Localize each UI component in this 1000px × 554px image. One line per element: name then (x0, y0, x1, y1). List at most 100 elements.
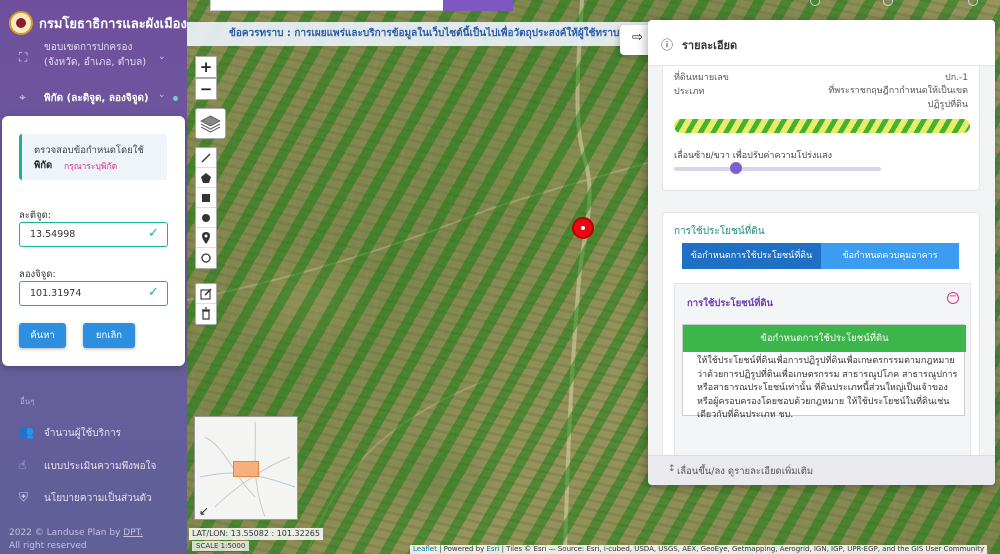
cancel-button[interactable]: ยกเลิก (83, 323, 135, 348)
location-marker[interactable] (572, 217, 594, 239)
draw-circle-marker-tool[interactable] (196, 248, 216, 268)
copyright: 2022 © Landuse Plan by DPT. All right re… (9, 527, 143, 553)
sidebar-item-label: แบบประเมินความพึงพอใจ (44, 461, 157, 472)
layers-icon (200, 115, 221, 133)
users-icon: 👥 (19, 425, 34, 439)
map-pin-icon: ⌖ (19, 90, 26, 104)
boundary-icon: ⛶ (19, 50, 28, 64)
check-icon: ✓ (148, 226, 159, 241)
leaflet-link[interactable]: Leaflet (413, 545, 437, 553)
longitude-input[interactable]: 101.31974 ✓ (19, 281, 168, 306)
sidebar-item-label: พิกัด (ละติจูด, ลองจิจูด) (44, 93, 149, 104)
zoom-out-button[interactable]: − (195, 78, 217, 100)
longitude-label: ลองจิจูด: (19, 269, 56, 280)
longitude-value: 101.31974 (30, 288, 82, 299)
circle-icon (202, 214, 210, 222)
detail-scroll-hint[interactable]: ↕ เลื่อนขึ้น/ลง ดูรายละเอียดเพิ่มเติม (648, 455, 995, 485)
info-icon: ⓘ (661, 38, 674, 52)
draw-circle-tool[interactable] (196, 208, 216, 228)
hint-instruction: กรุณาระบุพิกัด (64, 162, 118, 172)
parcel-type-value: ที่พระราชกฤษฎีกากำหนดให้เป็นเขตปฏิรูปที่… (828, 86, 968, 110)
sidebar-item-label: จำนวนผู้ใช้บริการ (44, 428, 122, 439)
detail-panel: ⓘ รายละเอียด ที่ดินหมายเลข ปก.-1 ประเภท … (648, 20, 995, 485)
arrow-right-icon: ⇨ (632, 30, 643, 45)
coordinate-search-panel: ตรวจสอบข้อกำหนดโดยใช้ พิกัด กรุณาระบุพิก… (2, 116, 185, 366)
sidebar-item-label: นโยบายความเป็นส่วนตัว (44, 493, 152, 504)
layers-button[interactable] (195, 108, 226, 139)
detail-body[interactable]: ที่ดินหมายเลข ปก.-1 ประเภท ที่พระราชกฤษฎ… (648, 66, 995, 455)
latitude-input[interactable]: 13.54998 ✓ (19, 222, 168, 247)
draw-rectangle-tool[interactable] (196, 188, 216, 208)
collapse-minus-icon[interactable]: − (947, 292, 959, 304)
vertical-arrows-icon: ↕ (668, 464, 676, 474)
map-scale: SCALE 1:5000 (191, 541, 251, 552)
copyright-text: 2022 © Landuse Plan by (9, 528, 121, 538)
dpt-logo-emblem (16, 18, 26, 28)
polyline-icon (201, 153, 211, 163)
dpt-link[interactable]: DPT. (123, 528, 143, 538)
scroll-hint-text: เลื่อนขึ้น/ลง ดูรายละเอียดเพิ่มเติม (677, 466, 814, 477)
landuse-card: การใช้ประโยชน์ที่ดิน ข้อกำหนดการใช้ประโย… (662, 212, 980, 455)
search-button[interactable]: ค้นหา (19, 323, 66, 348)
map-search-button[interactable] (443, 0, 513, 11)
opacity-slider-track[interactable] (674, 167, 881, 171)
help-icon[interactable] (810, 0, 820, 6)
circle-outline-icon (201, 253, 211, 263)
location-marker-center (581, 226, 585, 230)
tab-building-control[interactable]: ข้อกำหนดควบคุมอาคาร (821, 243, 959, 269)
map-pin-icon (202, 232, 210, 244)
copyright-rights: All right reserved (9, 541, 87, 551)
regulation-text: ให้ใช้ประโยชน์ที่ดินเพื่อการปฏิรูปที่ดิน… (697, 356, 958, 420)
minimap-toggle-icon[interactable]: ↙ (199, 504, 209, 518)
draw-toolbar (195, 147, 217, 269)
parcel-info-card: ที่ดินหมายเลข ปก.-1 ประเภท ที่พระราชกฤษฎ… (662, 66, 980, 191)
sidebar-item-privacy[interactable]: ⛨ นโยบายความเป็นส่วนตัว (0, 489, 187, 507)
zoom-in-button[interactable]: + (195, 56, 217, 78)
opacity-label: เลื่อนซ้าย/ขวา เพื่อปรับค่าความโปร่งแสง (674, 151, 833, 161)
trash-icon (202, 307, 210, 320)
draw-polyline-tool[interactable] (196, 148, 216, 168)
edit-toolbar (195, 283, 217, 325)
sidebar-item-satisfaction[interactable]: ☝ แบบประเมินความพึงพอใจ (0, 457, 187, 475)
brand-title: กรมโยธาธิการและผังเมือง (39, 17, 187, 32)
esri-link[interactable]: Esri (486, 545, 499, 553)
sidebar-item-label: ขอบเขตการปกครอง (จังหวัด, อำเภอ, ตำบล) (44, 42, 147, 68)
draw-marker-tool[interactable] (196, 228, 216, 248)
language-icon[interactable] (883, 0, 893, 6)
parcel-type-label: ประเภท (674, 87, 705, 97)
delete-layers-tool[interactable] (196, 304, 216, 324)
zoning-legend-swatch (674, 119, 970, 133)
regulation-heading: ข้อกำหนดการใช้ประโยชน์ที่ดิน (683, 325, 966, 352)
opacity-slider-handle[interactable] (730, 162, 743, 174)
user-icon[interactable] (968, 0, 978, 6)
square-icon (202, 194, 210, 202)
dpt-logo (9, 11, 33, 35)
landuse-regulation-content: ข้อกำหนดการใช้ประโยชน์ที่ดิน ให้ใช้ประโย… (682, 324, 966, 420)
shield-icon: ⛨ (19, 490, 29, 504)
thumbs-up-icon: ☝ (19, 458, 27, 472)
sidebar-item-user-count[interactable]: 👥 จำนวนผู้ใช้บริการ (0, 424, 187, 442)
accordion-title[interactable]: การใช้ประโยชน์ที่ดิน (687, 296, 773, 311)
sidebar-item-admin-boundary[interactable]: ⛶ ขอบเขตการปกครอง (จังหวัด, อำเภอ, ตำบล)… (0, 40, 187, 76)
draw-polygon-tool[interactable] (196, 168, 216, 188)
check-icon: ✓ (148, 285, 159, 300)
landuse-card-title: การใช้ประโยชน์ที่ดิน (674, 226, 765, 237)
minimap-viewport[interactable] (233, 461, 259, 477)
attribution-tiles: | Tiles © Esri — Source: Esri, i-cubed, … (499, 545, 985, 553)
edit-layers-tool[interactable] (196, 284, 216, 304)
pentagon-icon (201, 173, 211, 183)
top-toolbar-icons (808, 0, 988, 10)
active-indicator (173, 96, 178, 101)
cursor-coordinates: LAT/LON: 13.55082 : 101.32265 (189, 528, 323, 540)
landuse-accordion: การใช้ประโยชน์ที่ดิน − ข้อกำหนดการใช้ประ… (674, 283, 971, 455)
sidebar-item-coordinate[interactable]: ⌖ พิกัด (ละติจูด, ลองจิจูด) ⌄ (0, 86, 187, 110)
sidebar-section-title: อื่นๆ (20, 397, 35, 406)
tab-landuse-regulation[interactable]: ข้อกำหนดการใช้ประโยชน์ที่ดิน (682, 243, 821, 269)
attribution-powered: | Powered by (436, 545, 487, 553)
latitude-label: ละติจูด: (19, 210, 52, 221)
disclaimer-notice: ข้อควรทราบ : การเผยแพร่และบริการข้อมูลใน… (187, 22, 649, 46)
hint-text: ตรวจสอบข้อกำหนดโดยใช้ (34, 145, 144, 156)
latitude-value: 13.54998 (30, 229, 76, 240)
chevron-down-icon: ⌄ (158, 90, 166, 100)
overview-minimap[interactable]: ↙ (194, 416, 298, 520)
